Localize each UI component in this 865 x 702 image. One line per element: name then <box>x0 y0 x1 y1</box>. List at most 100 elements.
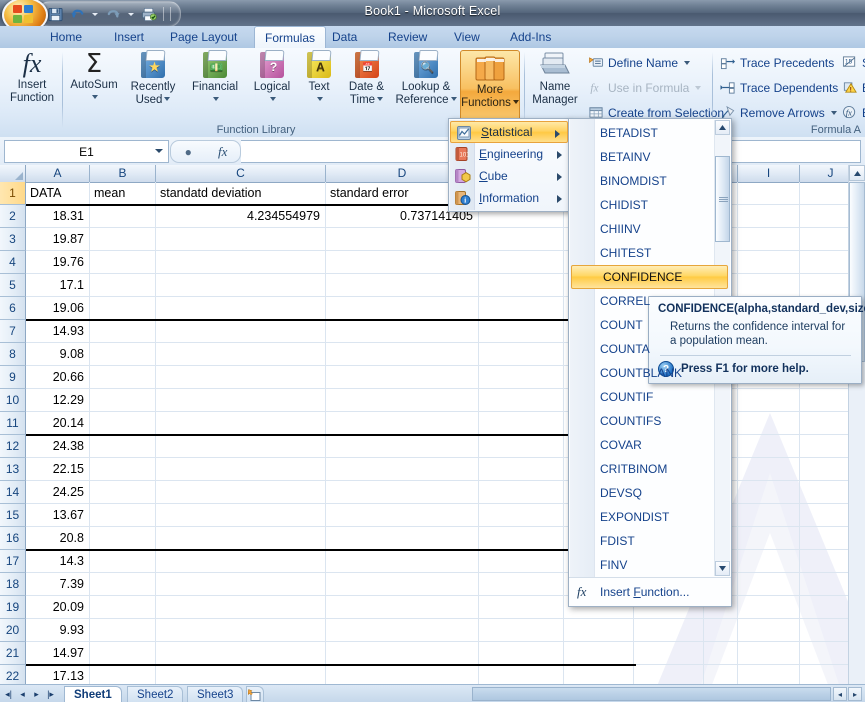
grid-cell[interactable] <box>90 366 156 388</box>
financial-dropdown-icon[interactable] <box>211 94 219 107</box>
grid-cell[interactable] <box>479 320 564 342</box>
grid-cell-value[interactable]: 24.25 <box>26 481 90 503</box>
grid-cell[interactable] <box>738 665 800 684</box>
grid-cell[interactable] <box>326 251 479 273</box>
tab-view[interactable]: View <box>444 26 490 48</box>
grid-cell[interactable] <box>156 458 326 480</box>
last-sheet-icon[interactable]: |▸ <box>44 687 57 701</box>
grid-cell[interactable] <box>479 527 564 549</box>
grid-cell[interactable] <box>738 412 800 434</box>
grid-cell[interactable] <box>90 412 156 434</box>
undo-dropdown-icon[interactable] <box>89 4 101 24</box>
grid-cell[interactable] <box>738 205 800 227</box>
grid-cell[interactable] <box>90 435 156 457</box>
tab-add-ins[interactable]: Add-Ins <box>500 26 561 48</box>
function-list-item[interactable]: CHIINV <box>569 217 731 241</box>
scroll-right-icon[interactable]: ▸ <box>848 687 862 701</box>
recently-used-button[interactable]: ★ Recently Used <box>122 50 184 106</box>
grid-cell[interactable] <box>90 527 156 549</box>
grid-cell[interactable] <box>738 504 800 526</box>
grid-cell[interactable] <box>90 665 156 684</box>
grid-cell[interactable] <box>738 527 800 549</box>
grid-cell[interactable] <box>479 343 564 365</box>
grid-cell[interactable] <box>90 228 156 250</box>
grid-cell[interactable] <box>90 642 156 664</box>
grid-cell[interactable] <box>479 665 564 684</box>
grid-cell[interactable] <box>90 596 156 618</box>
grid-cell[interactable] <box>326 412 479 434</box>
function-list-item[interactable]: BETAINV <box>569 145 731 169</box>
function-list-item[interactable]: FINV <box>569 553 731 577</box>
function-list-item[interactable]: BETADIST <box>569 121 731 145</box>
logical-dropdown-icon[interactable] <box>268 94 276 107</box>
grid-cell[interactable] <box>156 274 326 296</box>
grid-cell[interactable] <box>326 320 479 342</box>
grid-cell-value[interactable]: 14.97 <box>26 642 90 664</box>
grid-cell[interactable] <box>479 642 564 664</box>
grid-cell-value[interactable]: 9.93 <box>26 619 90 641</box>
grid-cell[interactable] <box>90 251 156 273</box>
grid-cell[interactable] <box>326 642 479 664</box>
row-header[interactable]: 17 <box>0 550 26 573</box>
row-header[interactable]: 16 <box>0 527 26 550</box>
tab-insert[interactable]: Insert <box>104 26 154 48</box>
redo-icon[interactable] <box>103 4 123 24</box>
grid-cell[interactable] <box>564 642 634 664</box>
grid-cell-value[interactable]: mean <box>90 182 156 204</box>
grid-cell[interactable] <box>156 596 326 618</box>
grid-cell[interactable] <box>738 481 800 503</box>
row-header[interactable]: 12 <box>0 435 26 458</box>
grid-cell-value[interactable]: DATA <box>26 182 90 204</box>
define-name-button[interactable]: Define Name <box>588 55 691 71</box>
grid-cell-value[interactable]: 20.66 <box>26 366 90 388</box>
grid-cell-value[interactable]: 14.93 <box>26 320 90 342</box>
row-header[interactable]: 10 <box>0 389 26 412</box>
grid-cell[interactable] <box>156 297 326 319</box>
grid-cell-value[interactable]: 20.14 <box>26 412 90 434</box>
save-icon[interactable] <box>45 4 65 24</box>
row-header[interactable]: 11 <box>0 412 26 435</box>
function-list-item[interactable]: COUNTIF <box>569 385 731 409</box>
grid-cell[interactable] <box>90 274 156 296</box>
row-header[interactable]: 3 <box>0 228 26 251</box>
sheet-tab-sheet2[interactable]: Sheet2 <box>127 686 184 702</box>
grid-cell[interactable] <box>156 665 326 684</box>
grid-cell-value[interactable]: 19.06 <box>26 297 90 319</box>
remove-arrows-button[interactable]: Remove Arrows <box>720 105 837 121</box>
redo-dropdown-icon[interactable] <box>125 4 137 24</box>
print-preview-icon[interactable] <box>139 4 159 24</box>
text-button[interactable]: A Text <box>298 50 340 106</box>
grid-cell[interactable] <box>738 251 800 273</box>
grid-cell-value[interactable]: 20.8 <box>26 527 90 549</box>
menu-item-engineering[interactable]: 101 Engineering <box>449 143 569 165</box>
grid-cell[interactable] <box>156 366 326 388</box>
grid-cell[interactable] <box>90 481 156 503</box>
row-header[interactable]: 18 <box>0 573 26 596</box>
grid-cell-value[interactable]: 20.09 <box>26 596 90 618</box>
grid-cell[interactable] <box>738 573 800 595</box>
grid-cell[interactable] <box>326 665 479 684</box>
undo-icon[interactable] <box>67 4 87 24</box>
grid-cell[interactable] <box>156 435 326 457</box>
grid-cell[interactable] <box>634 619 704 641</box>
grid-cell[interactable] <box>156 619 326 641</box>
grid-cell[interactable] <box>326 573 479 595</box>
row-header[interactable]: 4 <box>0 251 26 274</box>
grid-cell[interactable] <box>326 228 479 250</box>
grid-cell-value[interactable]: 19.87 <box>26 228 90 250</box>
grid-cell[interactable] <box>326 481 479 503</box>
row-header[interactable]: 15 <box>0 504 26 527</box>
grid-cell[interactable] <box>634 642 704 664</box>
menu-item-information[interactable]: i Information <box>449 187 569 209</box>
date-time-dropdown-icon[interactable] <box>377 97 384 102</box>
grid-cell[interactable] <box>90 389 156 411</box>
row-header[interactable]: 22 <box>0 665 26 684</box>
vertical-scrollbar[interactable] <box>848 165 865 684</box>
row-header[interactable]: 13 <box>0 458 26 481</box>
row-header[interactable]: 8 <box>0 343 26 366</box>
evaluate-formula-button[interactable]: fx E <box>842 105 865 121</box>
grid-cell[interactable] <box>326 527 479 549</box>
function-list-item[interactable]: CONFIDENCE <box>571 265 728 289</box>
date-time-button[interactable]: 📅 Date & Time <box>340 50 393 106</box>
grid-cell[interactable] <box>90 504 156 526</box>
